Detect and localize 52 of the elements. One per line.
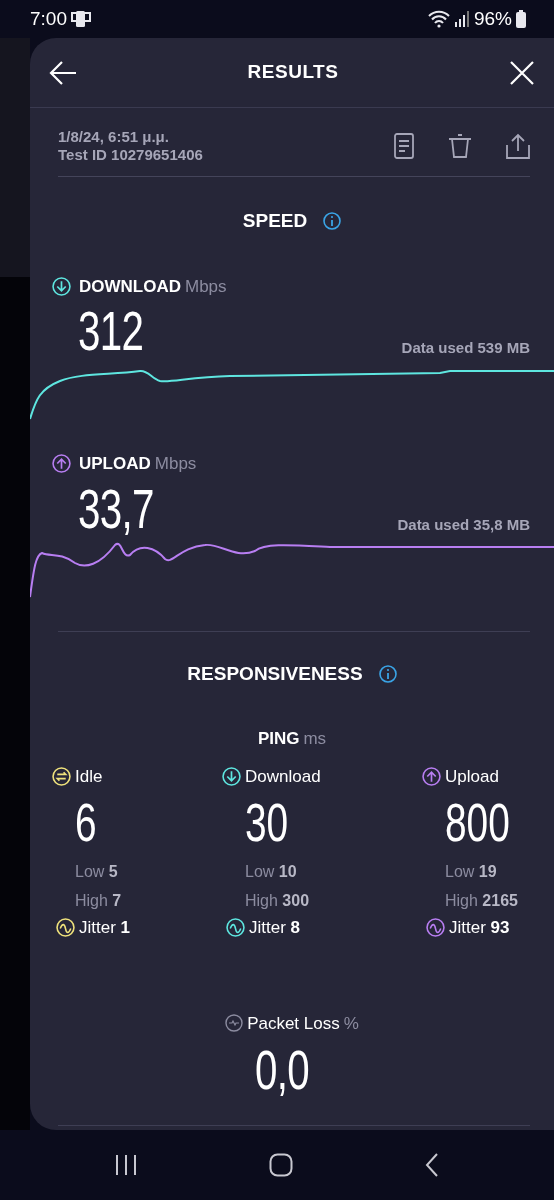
jitter-icon — [56, 918, 75, 938]
metric-label: DOWNLOAD — [79, 275, 181, 298]
jitter-icon — [226, 918, 245, 938]
ping-value: 30 — [245, 795, 289, 849]
screen-title: RESULTS — [247, 60, 339, 85]
status-time: 7:00 — [30, 6, 67, 31]
share-icon[interactable] — [506, 133, 530, 159]
ping-low: Low 10 — [245, 862, 297, 882]
battery-icon — [516, 10, 526, 28]
document-icon[interactable] — [394, 133, 414, 159]
info-icon[interactable] — [378, 664, 397, 683]
phone-icon — [71, 10, 91, 28]
section-title: SPEED — [242, 209, 308, 233]
packet-loss-label: Packet Loss — [247, 1012, 340, 1035]
metric-unit: Mbps — [185, 275, 227, 298]
data-used: Data used 35,8 MB — [397, 515, 530, 535]
ping-type: Idle — [75, 765, 103, 788]
info-icon[interactable] — [323, 212, 342, 231]
metric-label: UPLOAD — [79, 453, 151, 475]
ping-high: High 300 — [245, 891, 310, 911]
home-icon[interactable] — [269, 1153, 293, 1177]
ping-high: High 7 — [75, 891, 122, 911]
ping-low: Low 5 — [75, 862, 118, 882]
ping-label: PING — [257, 728, 300, 750]
speed-value: 312 — [78, 303, 144, 359]
packet-loss-value: 0,0 — [254, 1042, 309, 1098]
ping-high: High 2165 — [445, 891, 518, 911]
ping-type: Upload — [445, 765, 499, 788]
recent-apps-icon[interactable] — [113, 1154, 138, 1176]
back-icon[interactable] — [424, 1153, 441, 1177]
ping-unit: ms — [303, 728, 327, 750]
signal-icon — [453, 11, 470, 27]
packet-loss-unit: % — [343, 1012, 359, 1035]
ping-low: Low 19 — [445, 862, 497, 882]
jitter-value: Jitter 8 — [249, 917, 301, 939]
test-id: Test ID 10279651406 — [58, 146, 203, 164]
ping-type: Download — [245, 765, 321, 788]
jitter-value: Jitter 1 — [79, 917, 131, 939]
close-button[interactable] — [508, 58, 536, 87]
section-title: RESPONSIVENESS — [187, 661, 363, 686]
wifi-icon — [427, 10, 450, 28]
data-used: Data used 539 MB — [401, 337, 530, 358]
ping-value: 6 — [75, 795, 97, 849]
battery-percent: 96% — [473, 6, 512, 31]
ping-value: 800 — [445, 795, 510, 849]
trash-icon[interactable] — [448, 133, 472, 159]
jitter-icon — [426, 918, 445, 938]
metric-unit: Mbps — [154, 453, 197, 475]
test-date: 1/8/24, 6:51 μ.μ. — [58, 128, 170, 146]
jitter-value: Jitter 93 — [449, 917, 510, 939]
packet-loss-icon — [225, 1014, 244, 1033]
speed-value: 33,7 — [78, 480, 154, 537]
